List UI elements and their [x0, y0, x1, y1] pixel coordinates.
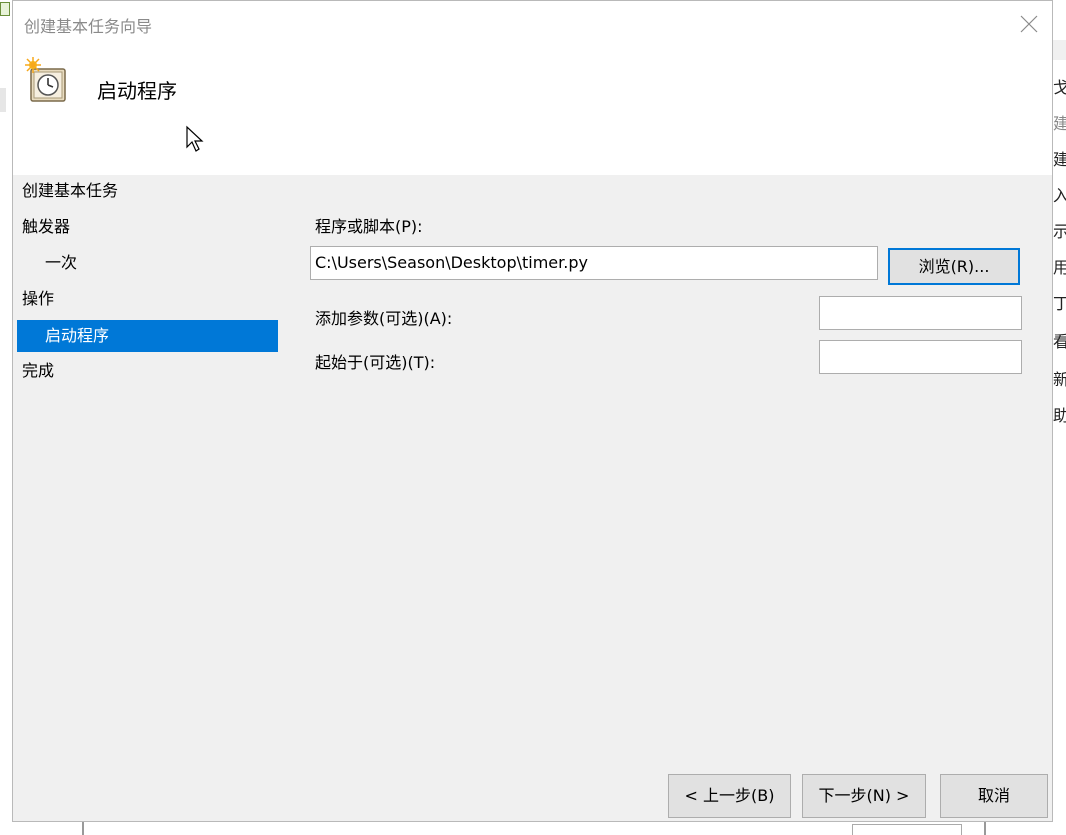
background-divider [984, 822, 986, 835]
add-arguments-label: 添加参数(可选)(A): [315, 309, 453, 328]
close-icon [1020, 15, 1038, 33]
window-title: 创建基本任务向导 [24, 17, 153, 36]
task-clock-icon [25, 57, 66, 102]
nav-step-finish[interactable]: 完成 [17, 355, 278, 387]
close-button[interactable] [1006, 1, 1052, 47]
program-script-input[interactable]: C:\Users\Season\Desktop\timer.py [310, 246, 878, 280]
background-toolbar [1053, 40, 1066, 60]
browse-button[interactable]: 浏览(R)... [888, 248, 1020, 285]
background-action-item[interactable]: 看 [1053, 324, 1066, 360]
background-action-item[interactable]: 建 [1053, 142, 1066, 178]
background-divider [0, 88, 6, 112]
start-in-label: 起始于(可选)(T): [315, 353, 436, 372]
create-basic-task-wizard: 创建基本任务向导 启动程序 创建基本任务 触发器 一次 操作 启动程序 完成 程… [12, 0, 1053, 822]
back-button[interactable]: < 上一步(B) [668, 774, 791, 818]
background-button [852, 824, 962, 835]
nav-step-action[interactable]: 操作 [17, 283, 278, 315]
app-icon [0, 2, 10, 16]
background-window-right: 戈 建 建 入 示 用 丁 看 新 助 [1053, 0, 1066, 835]
program-script-label: 程序或脚本(P): [315, 217, 423, 236]
background-action-item[interactable]: 建 [1053, 106, 1066, 142]
title-bar: 创建基本任务向导 [13, 1, 1052, 47]
background-action-item[interactable]: 助 [1053, 398, 1066, 434]
background-action-item[interactable]: 入 [1053, 178, 1066, 214]
add-arguments-input[interactable] [819, 296, 1022, 330]
nav-step-once[interactable]: 一次 [17, 247, 278, 279]
mouse-cursor-icon [186, 125, 204, 152]
background-action-item[interactable]: 用 [1053, 250, 1066, 286]
wizard-steps-nav: 创建基本任务 触发器 一次 操作 启动程序 完成 [13, 175, 283, 575]
background-action-item[interactable]: 示 [1053, 214, 1066, 250]
background-window-bottom [12, 822, 1053, 835]
page-title: 启动程序 [97, 79, 177, 103]
desktop: 戈 建 建 入 示 用 丁 看 新 助 创建基本任务向导 启动程序 创建基本任务… [0, 0, 1066, 835]
background-action-item[interactable]: 丁 [1053, 286, 1066, 322]
background-window-left [0, 0, 12, 835]
nav-step-trigger[interactable]: 触发器 [17, 211, 278, 243]
next-button[interactable]: 下一步(N) > [802, 774, 926, 818]
cancel-button[interactable]: 取消 [940, 774, 1048, 818]
background-action-item[interactable]: 新 [1053, 362, 1066, 398]
nav-step-start-program[interactable]: 启动程序 [17, 320, 278, 352]
background-action-item[interactable]: 戈 [1053, 70, 1066, 106]
nav-step-create-basic-task[interactable]: 创建基本任务 [17, 175, 278, 207]
background-divider [82, 822, 84, 835]
start-in-input[interactable] [819, 340, 1022, 374]
wizard-header: 启动程序 [13, 47, 1052, 175]
